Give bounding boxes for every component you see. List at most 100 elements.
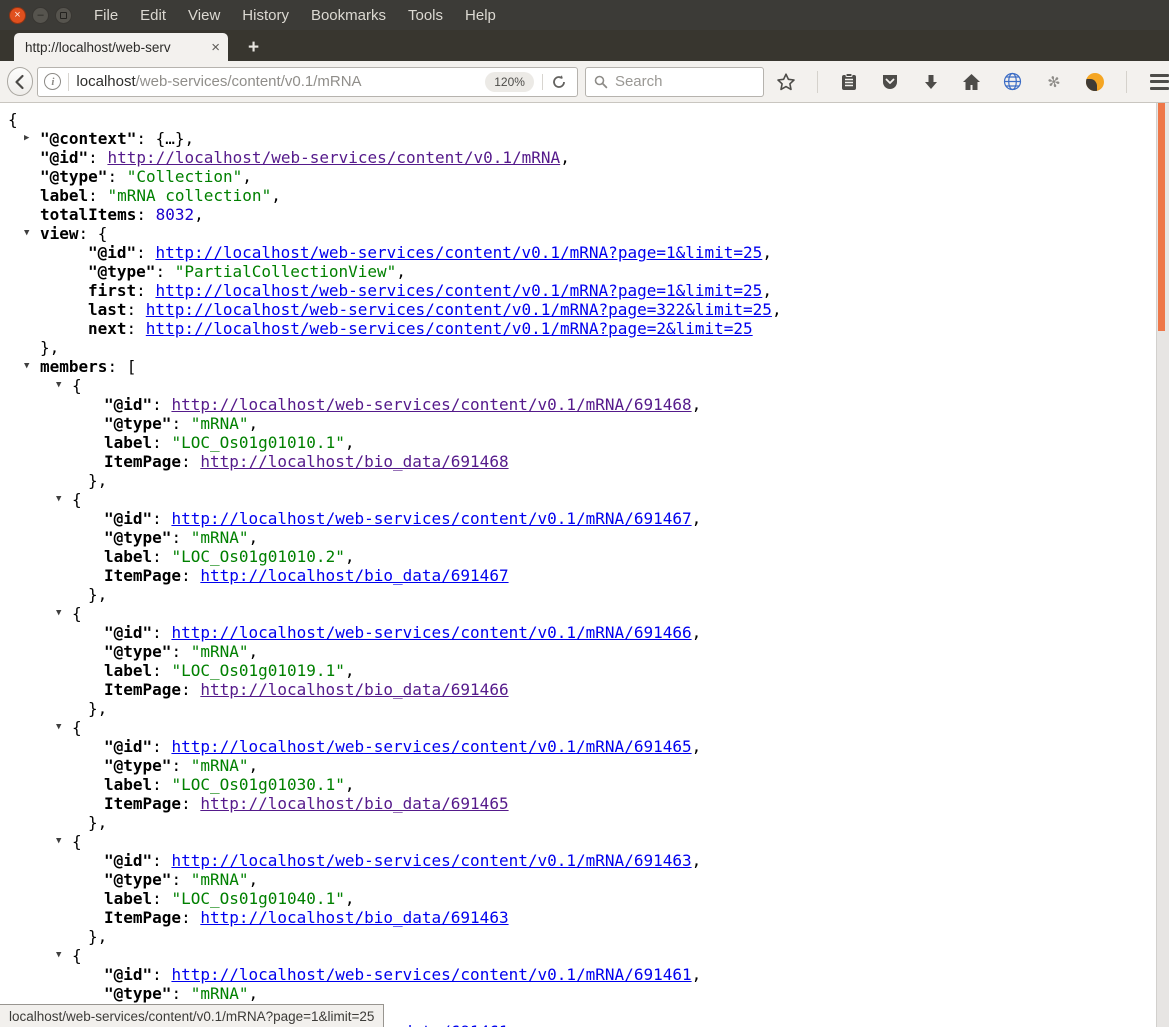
json-link[interactable]: http://localhost/web-services/content/v0… xyxy=(171,509,691,528)
json-line: "@id": http://localhost/web-services/con… xyxy=(0,851,1155,870)
json-link[interactable]: http://localhost/web-services/content/v0… xyxy=(155,281,762,300)
json-punct: }, xyxy=(88,585,107,604)
toolbar-separator-2 xyxy=(1126,71,1127,93)
json-key: ItemPage xyxy=(104,794,181,813)
json-link[interactable]: http://localhost/bio_data/691467 xyxy=(200,566,508,585)
json-key: label xyxy=(104,775,152,794)
json-punct: }, xyxy=(40,338,59,357)
json-link[interactable]: http://localhost/bio_data/691468 xyxy=(200,452,508,471)
json-key: "@context" xyxy=(40,129,136,148)
twisty-expanded-icon[interactable]: ▼ xyxy=(24,357,29,376)
twisty-expanded-icon[interactable]: ▼ xyxy=(56,490,61,509)
json-key: ItemPage xyxy=(104,452,181,471)
json-line: ▼{ xyxy=(0,946,1155,965)
json-link[interactable]: http://localhost/web-services/content/v0… xyxy=(171,851,691,870)
json-string: "mRNA" xyxy=(191,870,249,889)
json-punct: : xyxy=(136,243,155,262)
json-key: "@type" xyxy=(104,870,171,889)
json-punct: , xyxy=(249,642,259,661)
twisty-expanded-icon[interactable]: ▼ xyxy=(56,718,61,737)
search-box[interactable] xyxy=(585,67,764,97)
menu-item-file[interactable]: File xyxy=(94,7,118,24)
globe-extension-icon[interactable] xyxy=(1003,72,1023,92)
json-key: label xyxy=(104,433,152,452)
page-info-icon[interactable]: i xyxy=(44,73,61,90)
json-key: last xyxy=(88,300,127,319)
back-button[interactable] xyxy=(7,67,33,96)
json-key: label xyxy=(104,547,152,566)
json-punct: : xyxy=(152,433,171,452)
json-line: first: http://localhost/web-services/con… xyxy=(0,281,1155,300)
json-line: }, xyxy=(0,813,1155,832)
json-link[interactable]: http://localhost/web-services/content/v0… xyxy=(155,243,762,262)
toolbar-separator xyxy=(817,71,818,93)
json-string: "Collection" xyxy=(127,167,243,186)
json-punct: { xyxy=(72,832,82,851)
zoom-level-badge[interactable]: 120% xyxy=(485,72,534,92)
json-punct: { xyxy=(8,110,18,129)
json-line: "@id": http://localhost/web-services/con… xyxy=(0,737,1155,756)
json-link[interactable]: http://localhost/web-services/content/v0… xyxy=(146,300,772,319)
extension-icon-1[interactable]: ✻ xyxy=(1042,69,1066,93)
toolbar-icons: ✻ xyxy=(776,71,1169,93)
twisty-expanded-icon[interactable]: ▼ xyxy=(56,832,61,851)
json-link[interactable]: http://localhost/bio_data/691465 xyxy=(200,794,508,813)
menu-item-bookmarks[interactable]: Bookmarks xyxy=(311,7,386,24)
json-line: ▼{ xyxy=(0,718,1155,737)
menu-item-tools[interactable]: Tools xyxy=(408,7,443,24)
json-link[interactable]: http://localhost/bio_data/691466 xyxy=(200,680,508,699)
menubar: File Edit View History Bookmarks Tools Help xyxy=(94,7,496,24)
json-punct: }, xyxy=(88,699,107,718)
back-arrow-icon xyxy=(12,74,28,90)
twisty-expanded-icon[interactable]: ▼ xyxy=(56,376,61,395)
reload-button[interactable] xyxy=(542,74,567,90)
scrollbar-thumb[interactable] xyxy=(1158,103,1165,331)
pocket-icon[interactable] xyxy=(880,72,900,92)
reading-list-icon[interactable] xyxy=(839,72,859,92)
json-link[interactable]: http://localhost/web-services/content/v0… xyxy=(171,623,691,642)
json-line: label: "mRNA collection", xyxy=(0,186,1155,205)
twisty-expanded-icon[interactable]: ▼ xyxy=(24,224,29,243)
scrollbar-track[interactable] xyxy=(1156,103,1169,1027)
menu-item-help[interactable]: Help xyxy=(465,7,496,24)
json-punct: , xyxy=(772,300,782,319)
json-punct: : xyxy=(181,566,200,585)
json-key: "@type" xyxy=(104,756,171,775)
window-close-icon[interactable]: × xyxy=(9,7,26,24)
json-link[interactable]: http://localhost/web-services/content/v0… xyxy=(171,395,691,414)
new-tab-button[interactable]: + xyxy=(248,37,259,59)
json-punct: , xyxy=(249,756,259,775)
json-link[interactable]: http://localhost/web-services/content/v0… xyxy=(146,319,753,338)
url-text[interactable]: localhost/web-services/content/v0.1/mRNA xyxy=(76,73,361,90)
browser-tab[interactable]: http://localhost/web-serv × xyxy=(14,33,228,61)
tab-close-icon[interactable]: × xyxy=(211,39,220,56)
extension-icon-2[interactable] xyxy=(1085,72,1105,92)
json-punct: {…} xyxy=(156,129,185,148)
json-punct: , xyxy=(692,965,702,984)
twisty-collapsed-icon[interactable]: ▶ xyxy=(24,129,29,148)
json-line: "@type": "mRNA", xyxy=(0,756,1155,775)
json-link[interactable]: http://localhost/web-services/content/v0… xyxy=(171,965,691,984)
menu-item-edit[interactable]: Edit xyxy=(140,7,166,24)
json-line: label: "LOC_Os01g01030.1", xyxy=(0,775,1155,794)
json-link[interactable]: http://localhost/web-services/content/v0… xyxy=(107,148,560,167)
bookmark-star-icon[interactable] xyxy=(776,72,796,92)
menu-item-view[interactable]: View xyxy=(188,7,220,24)
twisty-expanded-icon[interactable]: ▼ xyxy=(56,604,61,623)
window-minimize-icon[interactable]: – xyxy=(32,7,49,24)
downloads-icon[interactable] xyxy=(921,72,941,92)
url-bar[interactable]: i localhost/web-services/content/v0.1/mR… xyxy=(37,67,578,97)
json-line: "@type": "Collection", xyxy=(0,167,1155,186)
search-input[interactable] xyxy=(615,73,755,90)
json-key: "@type" xyxy=(88,262,155,281)
home-icon[interactable] xyxy=(962,72,982,92)
json-punct: , xyxy=(249,414,259,433)
window-maximize-icon[interactable] xyxy=(55,7,72,24)
json-string: "LOC_Os01g01019.1" xyxy=(171,661,344,680)
json-link[interactable]: http://localhost/bio_data/691463 xyxy=(200,908,508,927)
json-link[interactable]: http://localhost/web-services/content/v0… xyxy=(171,737,691,756)
menu-item-history[interactable]: History xyxy=(242,7,289,24)
page-content: {▶"@context": {…},"@id": http://localhos… xyxy=(0,103,1169,1027)
twisty-expanded-icon[interactable]: ▼ xyxy=(56,946,61,965)
menu-hamburger-icon[interactable] xyxy=(1150,74,1169,90)
